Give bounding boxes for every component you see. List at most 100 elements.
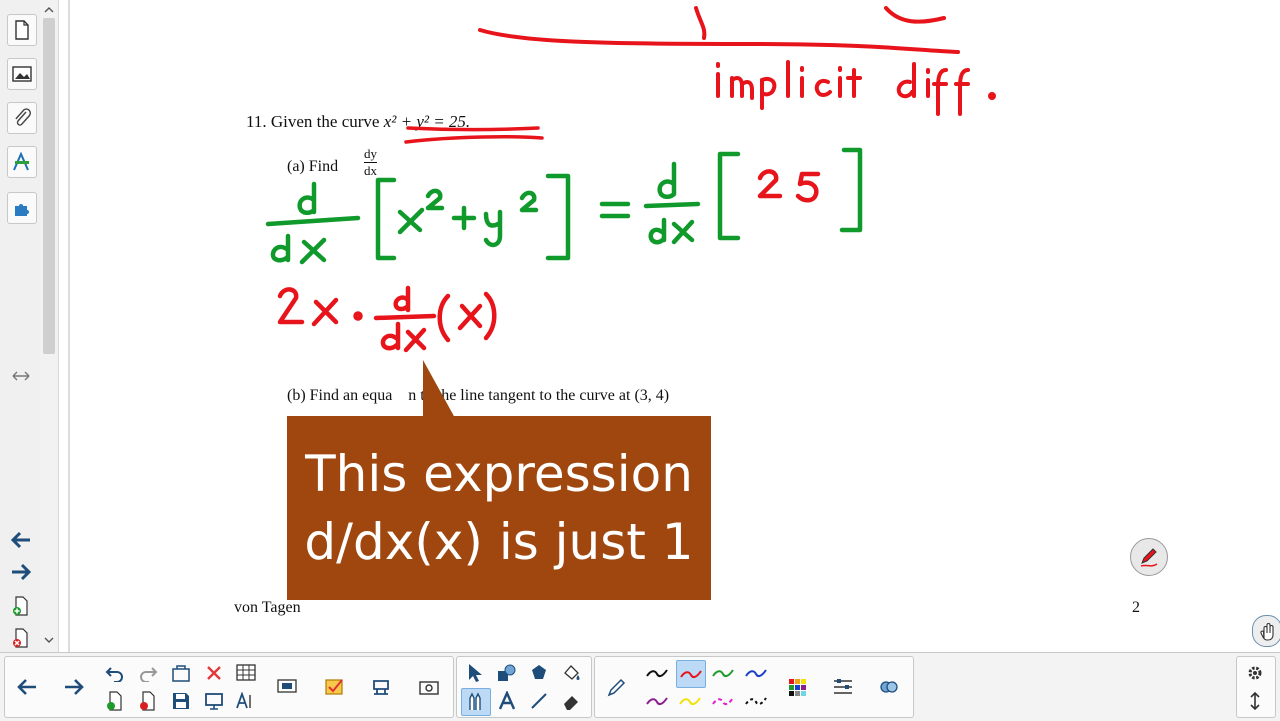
- table-icon: [236, 664, 256, 681]
- properties-icon: [834, 679, 852, 694]
- toolbar-group-pen-properties: [594, 656, 914, 718]
- line-icon: [531, 693, 547, 709]
- pens-tool-button[interactable]: [461, 688, 491, 716]
- clear-page-button[interactable]: [167, 660, 195, 686]
- add-page-button[interactable]: [101, 688, 129, 714]
- pen-tray-indicator[interactable]: [1130, 538, 1168, 576]
- previous-page-button[interactable]: [13, 674, 41, 700]
- select-icon: [469, 664, 482, 682]
- line-tool-button[interactable]: [525, 688, 553, 714]
- resize-icon: [12, 371, 30, 381]
- capture-button[interactable]: [415, 674, 443, 700]
- line-style-icon: [745, 697, 767, 706]
- resize-handle[interactable]: [8, 364, 34, 388]
- insert-table-button[interactable]: [233, 660, 261, 686]
- fill-icon: [564, 665, 580, 680]
- line-style-blue[interactable]: [742, 660, 770, 686]
- toolbar-position-button[interactable]: [1241, 688, 1269, 714]
- line-style-black[interactable]: [643, 660, 671, 686]
- shapes-tool-button[interactable]: [493, 660, 521, 686]
- response-button[interactable]: [321, 674, 349, 700]
- back-icon: [10, 531, 30, 549]
- forward-icon: [65, 679, 84, 695]
- red-ink-top: [478, 6, 960, 54]
- clear-icon: [172, 665, 190, 682]
- attachment-icon: [15, 108, 31, 126]
- regular-polygon-button[interactable]: [525, 660, 553, 686]
- delete-page-button[interactable]: [134, 688, 162, 714]
- pen-icon: [607, 678, 626, 697]
- full-screen-button[interactable]: [200, 688, 228, 714]
- back-icon: [17, 679, 36, 695]
- delete-page-icon: [140, 691, 155, 711]
- eraser-icon: [564, 696, 578, 710]
- forward-icon: [12, 563, 32, 581]
- delete-icon: [207, 666, 221, 680]
- properties-button[interactable]: [829, 674, 857, 700]
- add-page-icon: [107, 691, 122, 711]
- eraser-tool-button[interactable]: [557, 688, 585, 714]
- line-style-icon: [646, 669, 668, 678]
- fill-tool-button[interactable]: [557, 660, 585, 686]
- bottom-toolbar: [0, 652, 1280, 721]
- delete-button[interactable]: [200, 660, 228, 686]
- pens-icon: [469, 692, 481, 710]
- callout-pointer: [423, 360, 455, 418]
- sidebar-previous-page-button[interactable]: [8, 528, 34, 552]
- select-tool-button[interactable]: [461, 660, 489, 686]
- page-icon: [15, 20, 29, 40]
- line-style-magenta-dashed[interactable]: [709, 688, 737, 714]
- addons-icon: [15, 204, 29, 216]
- pen-type-button[interactable]: [603, 674, 631, 700]
- line-style-icon: [712, 697, 734, 706]
- redo-button[interactable]: [134, 660, 162, 686]
- whiteboard-page[interactable]: 11. Given the curve x² + y² = 25. (a) Fi…: [68, 0, 1268, 652]
- addons-button[interactable]: [7, 192, 37, 224]
- red-derivative-line: [277, 169, 821, 353]
- next-page-button[interactable]: [60, 674, 88, 700]
- sidebar-delete-page-button[interactable]: [8, 626, 34, 650]
- display-icon: [205, 693, 223, 710]
- measurement-tools-button[interactable]: [875, 674, 903, 700]
- color-palette-icon: [789, 679, 806, 696]
- sidebar-next-page-button[interactable]: [8, 560, 34, 584]
- settings-button[interactable]: [1241, 660, 1269, 686]
- toolbar-group-tools: [456, 656, 592, 718]
- properties-button[interactable]: [7, 146, 37, 178]
- attachments-button[interactable]: [7, 102, 37, 134]
- measurement-icon: [880, 681, 898, 693]
- delete-page-icon: [13, 628, 28, 648]
- save-button[interactable]: [167, 688, 195, 714]
- handwriting-recognition-button[interactable]: [233, 688, 261, 714]
- pen-icon: [1140, 548, 1158, 567]
- undo-icon: [105, 667, 123, 682]
- document-camera-button[interactable]: [367, 674, 395, 700]
- screen-shade-button[interactable]: [273, 674, 301, 700]
- scrollbar-thumb[interactable]: [43, 18, 55, 354]
- settings-icon: [1248, 666, 1262, 680]
- line-style-red[interactable]: [676, 660, 706, 688]
- properties-icon: [13, 152, 29, 171]
- screen-shade-icon: [277, 679, 297, 693]
- undo-button[interactable]: [101, 660, 129, 686]
- vertical-scrollbar[interactable]: [40, 0, 59, 652]
- line-style-icon: [745, 669, 767, 678]
- line-style-purple[interactable]: [643, 688, 671, 714]
- collapse-icon: [1250, 691, 1260, 711]
- page-sorter-button[interactable]: [7, 14, 37, 46]
- color-palette-button[interactable]: [783, 674, 811, 700]
- gallery-button[interactable]: [7, 58, 37, 90]
- text-icon: [498, 691, 516, 710]
- scroll-up-icon[interactable]: [40, 4, 58, 16]
- touch-mode-indicator[interactable]: [1252, 615, 1280, 647]
- save-icon: [173, 693, 189, 709]
- sidebar-add-page-button[interactable]: [8, 594, 34, 618]
- hand-icon: [1260, 623, 1274, 641]
- text-tool-button[interactable]: [493, 688, 521, 714]
- scroll-down-icon[interactable]: [40, 634, 58, 646]
- line-style-black-dashed[interactable]: [742, 688, 770, 714]
- line-style-green[interactable]: [709, 660, 737, 686]
- line-style-yellow[interactable]: [676, 688, 704, 714]
- line-style-icon: [680, 670, 702, 679]
- line-style-icon: [646, 697, 668, 706]
